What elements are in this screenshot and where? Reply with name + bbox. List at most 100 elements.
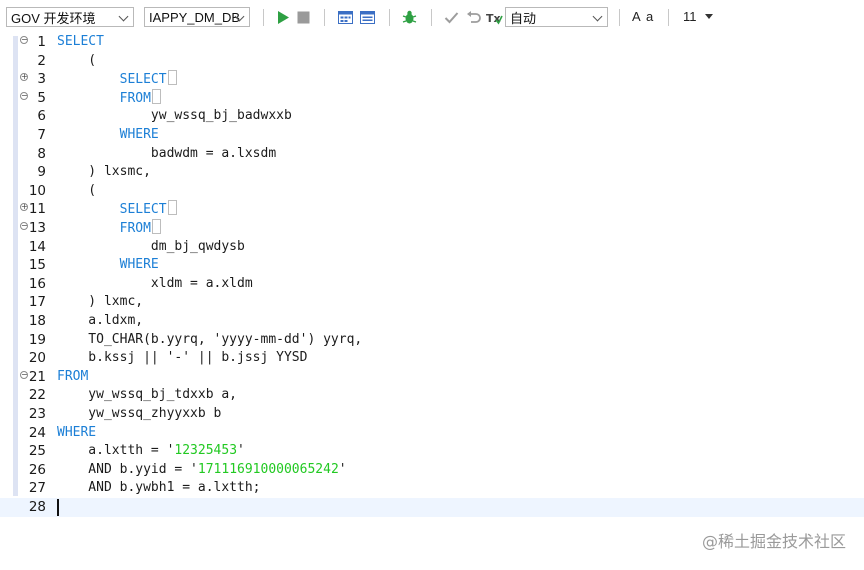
calendar-icon[interactable]: [359, 9, 376, 26]
line-number: 14: [28, 238, 46, 255]
code-line[interactable]: 5 FROM −: [0, 88, 864, 108]
explain-plan-icon[interactable]: [337, 9, 354, 26]
code-line[interactable]: 8 badwdm = a.lxsdm: [0, 145, 864, 164]
code-line[interactable]: 27 AND b.ywbh1 = a.lxtth;: [0, 479, 864, 498]
line-number: 20: [28, 350, 46, 367]
sql-token: yw_wssq_bj_tdxxb a,: [57, 387, 238, 403]
sql-string-literal: 171116910000065242: [197, 461, 339, 477]
transaction-icon[interactable]: Tx: [486, 9, 503, 26]
code-text: WHERE: [57, 424, 96, 443]
code-line[interactable]: 9 ) lxsmc,: [0, 163, 864, 182]
code-line[interactable]: 7 WHERE: [0, 126, 864, 145]
code-text: yw_wssq_bj_tdxxb a,: [57, 386, 237, 405]
chevron-down-icon[interactable]: [704, 12, 714, 22]
collapse-fold-icon[interactable]: −: [20, 222, 28, 230]
sql-token: yw_wssq_zhyyxxb b: [57, 406, 222, 421]
code-text: AND b.yyid = '171116910000065242': [57, 461, 347, 480]
bug-icon[interactable]: [401, 9, 418, 26]
collapse-fold-icon[interactable]: −: [20, 370, 28, 379]
sql-token: ': [237, 443, 245, 459]
line-number: 2: [37, 52, 46, 69]
expand-fold-icon[interactable]: +: [20, 73, 28, 82]
code-line[interactable]: 14 dm_bj_qwdysb: [0, 238, 864, 257]
code-line[interactable]: 28: [0, 498, 864, 517]
font-size-value[interactable]: 11: [683, 9, 697, 24]
toolbar-divider: [668, 9, 669, 26]
code-line[interactable]: 16 xldm = a.xldm: [0, 275, 864, 294]
line-number: 18: [28, 313, 46, 329]
line-number: 6: [37, 108, 46, 125]
sql-token: ) lxsmc,: [57, 164, 151, 180]
code-line[interactable]: 17 ) lxmc,: [0, 293, 864, 312]
line-number: 24: [28, 424, 46, 441]
line-number: 7: [37, 127, 46, 143]
code-line[interactable]: 22 yw_wssq_bj_tdxxb a,: [0, 386, 864, 405]
code-line[interactable]: 11 SELECT +: [0, 200, 864, 219]
collapsed-block-marker[interactable]: [151, 88, 161, 104]
line-number: 25: [28, 443, 46, 460]
connection-select[interactable]: GOV 开发环境: [6, 7, 134, 27]
line-number: 9: [37, 164, 46, 181]
sql-token: TO_CHAR(b.yyrq, 'yyyy-mm-dd') yyrq,: [57, 331, 363, 347]
code-line[interactable]: 18 a.ldxm,: [0, 312, 864, 331]
font-decrease-button[interactable]: a: [646, 9, 653, 24]
code-line[interactable]: 3 SELECT +: [0, 70, 864, 89]
code-line[interactable]: 13 FROM −: [0, 219, 864, 238]
sql-token: ) lxmc,: [57, 294, 144, 310]
play-icon[interactable]: [274, 9, 291, 26]
transaction-mode-value: 自动: [510, 10, 537, 26]
code-line[interactable]: 19 TO_CHAR(b.yyrq, 'yyyy-mm-dd') yyrq,: [0, 331, 864, 350]
code-line[interactable]: 23 yw_wssq_zhyyxxb b: [0, 405, 864, 424]
code-line[interactable]: 25 a.lxtth = '12325453': [0, 442, 864, 461]
collapsed-block-marker[interactable]: [167, 70, 177, 86]
font-increase-button[interactable]: A: [632, 9, 641, 24]
line-number: 17: [28, 294, 46, 311]
toolbar-divider: [619, 9, 620, 26]
code-line[interactable]: 10 (: [0, 182, 864, 201]
sql-keyword: SELECT: [57, 34, 104, 49]
line-number: 15: [28, 257, 46, 274]
collapsed-block-marker[interactable]: [151, 219, 161, 234]
collapse-fold-icon[interactable]: −: [20, 36, 28, 44]
sql-token: xldm = a.xldm: [57, 275, 253, 291]
code-text: SELECT: [57, 200, 177, 220]
code-text: yw_wssq_zhyyxxb b: [57, 405, 221, 424]
code-line[interactable]: 26 AND b.yyid = '171116910000065242': [0, 461, 864, 480]
undo-icon[interactable]: [465, 9, 482, 26]
check-icon[interactable]: [443, 9, 460, 26]
sql-token: ': [338, 461, 347, 477]
code-line[interactable]: 20 b.kssj || '-' || b.jssj YYSD: [0, 349, 864, 368]
code-text: b.kssj || '-' || b.jssj YYSD: [57, 349, 307, 368]
code-text: a.lxtth = '12325453': [57, 442, 245, 461]
sql-token: (: [57, 52, 97, 68]
line-number: 16: [28, 275, 46, 292]
toolbar-divider: [389, 9, 390, 26]
code-text: TO_CHAR(b.yyrq, 'yyyy-mm-dd') yyrq,: [57, 331, 362, 350]
sql-keyword: WHERE: [119, 257, 159, 273]
code-line[interactable]: 21 FROM −: [0, 368, 864, 387]
collapsed-block-marker[interactable]: [167, 200, 177, 216]
code-line[interactable]: 6 yw_wssq_bj_badwxxb: [0, 107, 864, 126]
code-line[interactable]: 15 WHERE: [0, 256, 864, 275]
schema-select[interactable]: IAPPY_DM_DB: [144, 7, 250, 27]
sql-editor[interactable]: 1 SELECT −2 (3 SELECT +5 FROM −6 yw_wssq_bj_…: [0, 33, 864, 570]
stop-icon[interactable]: [295, 9, 312, 26]
code-text: (: [57, 52, 96, 71]
code-text: yw_wssq_bj_badwxxb: [57, 107, 292, 126]
code-text: (: [57, 182, 96, 201]
line-number: 19: [28, 331, 46, 348]
sql-token: a.ldxm,: [57, 313, 144, 328]
code-text: xldm = a.xldm: [57, 275, 253, 294]
transaction-mode-select[interactable]: 自动: [505, 7, 608, 27]
code-text: SELECT: [57, 70, 177, 90]
toolbar-divider: [263, 9, 264, 26]
code-text: dm_bj_qwdysb: [57, 238, 245, 257]
code-line[interactable]: 1 SELECT −: [0, 33, 864, 52]
collapse-fold-icon[interactable]: −: [20, 91, 28, 100]
code-line[interactable]: 24 WHERE: [0, 424, 864, 443]
code-line[interactable]: 2 (: [0, 52, 864, 71]
sql-keyword: SELECT: [119, 202, 167, 218]
expand-fold-icon[interactable]: +: [20, 203, 28, 212]
